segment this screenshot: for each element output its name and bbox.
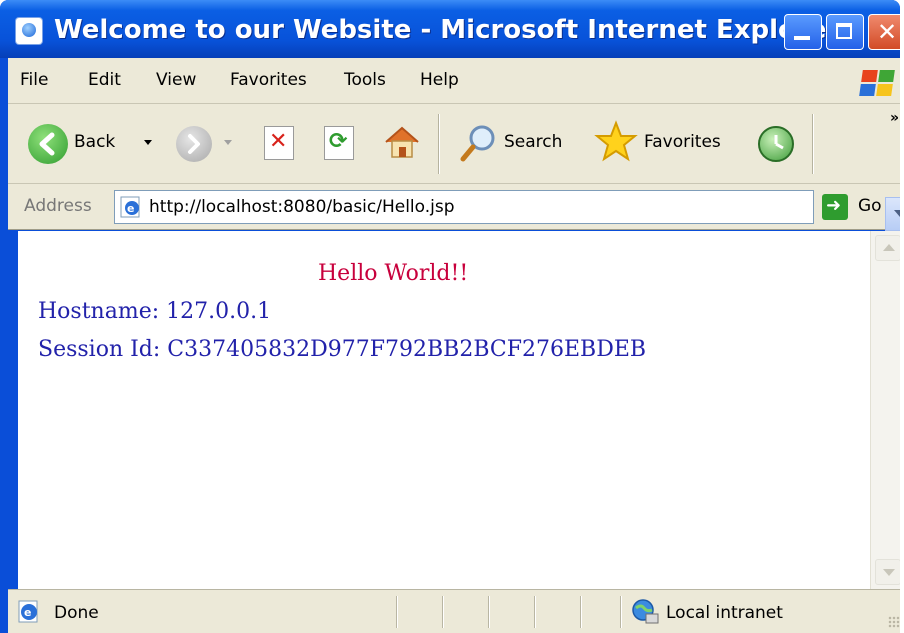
forward-arrow-icon[interactable] — [176, 126, 212, 162]
ie-page-icon: e — [120, 196, 142, 218]
stop-icon[interactable]: ✕ — [264, 126, 294, 160]
go-arrow-icon[interactable] — [822, 194, 848, 220]
menu-view[interactable]: View — [156, 70, 196, 90]
address-url[interactable]: http://localhost:8080/basic/Hello.jsp — [149, 197, 455, 217]
menu-file[interactable]: File — [20, 70, 48, 90]
windows-logo-icon — [858, 66, 898, 100]
search-button[interactable]: Search — [504, 132, 562, 152]
status-divider — [580, 596, 581, 628]
vertical-scrollbar[interactable] — [870, 231, 900, 589]
toolbar-more-chevron[interactable]: » — [890, 110, 899, 126]
window-title: Welcome to our Website - Microsoft Inter… — [54, 15, 840, 45]
page-content: Hello World!! Hostname: 127.0.0.1 Sessio… — [18, 231, 870, 589]
menu-bar: File Edit View Favorites Tools Help — [8, 58, 900, 104]
menu-favorites[interactable]: Favorites — [230, 70, 307, 90]
close-button[interactable] — [868, 14, 900, 50]
address-label: Address — [24, 196, 92, 216]
refresh-icon[interactable]: ⟳ — [324, 126, 354, 160]
address-bar: Address e http://localhost:8080/basic/He… — [8, 184, 900, 231]
menu-edit[interactable]: Edit — [88, 70, 121, 90]
back-arrow-icon[interactable] — [28, 124, 68, 164]
status-divider — [396, 596, 397, 628]
scroll-down-icon[interactable] — [875, 559, 900, 585]
back-button[interactable]: Back — [74, 132, 115, 152]
search-magnifier-icon[interactable] — [458, 122, 498, 164]
local-intranet-icon — [630, 598, 660, 626]
scroll-up-icon[interactable] — [875, 235, 900, 261]
favorites-star-icon[interactable] — [594, 120, 638, 164]
address-dropdown-icon[interactable] — [885, 197, 900, 231]
menu-help[interactable]: Help — [420, 70, 459, 90]
back-dropdown-icon[interactable] — [144, 140, 152, 145]
hostname-line: Hostname: 127.0.0.1 — [38, 299, 272, 324]
page-heading: Hello World!! — [318, 261, 469, 286]
minimize-button[interactable] — [784, 14, 822, 50]
status-text: Done — [54, 603, 99, 623]
address-input[interactable]: e http://localhost:8080/basic/Hello.jsp — [114, 190, 900, 231]
browser-window: Welcome to our Website - Microsoft Inter… — [0, 0, 900, 633]
home-icon[interactable] — [382, 122, 422, 162]
svg-text:e: e — [127, 202, 134, 215]
status-divider — [534, 596, 535, 628]
standard-toolbar: Back ✕ ⟳ Search Favorites » — [8, 104, 900, 184]
status-divider — [442, 596, 443, 628]
history-icon[interactable] — [758, 126, 794, 162]
resize-grip[interactable] — [888, 616, 900, 628]
security-zone-label: Local intranet — [666, 603, 783, 623]
svg-text:e: e — [24, 606, 31, 619]
maximize-button[interactable] — [826, 14, 864, 50]
session-id-line: Session Id: C337405832D977F792BB2BCF276E… — [38, 337, 647, 362]
go-button[interactable]: Go — [858, 196, 882, 216]
toolbar-separator — [438, 114, 439, 174]
toolbar-separator-end — [812, 114, 813, 174]
menu-tools[interactable]: Tools — [344, 70, 386, 90]
ie-page-icon — [16, 18, 42, 44]
forward-dropdown-icon[interactable] — [224, 140, 232, 145]
ie-page-icon: e — [16, 600, 42, 624]
status-divider — [620, 596, 621, 628]
title-bar[interactable]: Welcome to our Website - Microsoft Inter… — [0, 0, 900, 58]
status-bar: e Done Local intranet — [8, 589, 900, 633]
favorites-button[interactable]: Favorites — [644, 132, 721, 152]
status-divider — [488, 596, 489, 628]
